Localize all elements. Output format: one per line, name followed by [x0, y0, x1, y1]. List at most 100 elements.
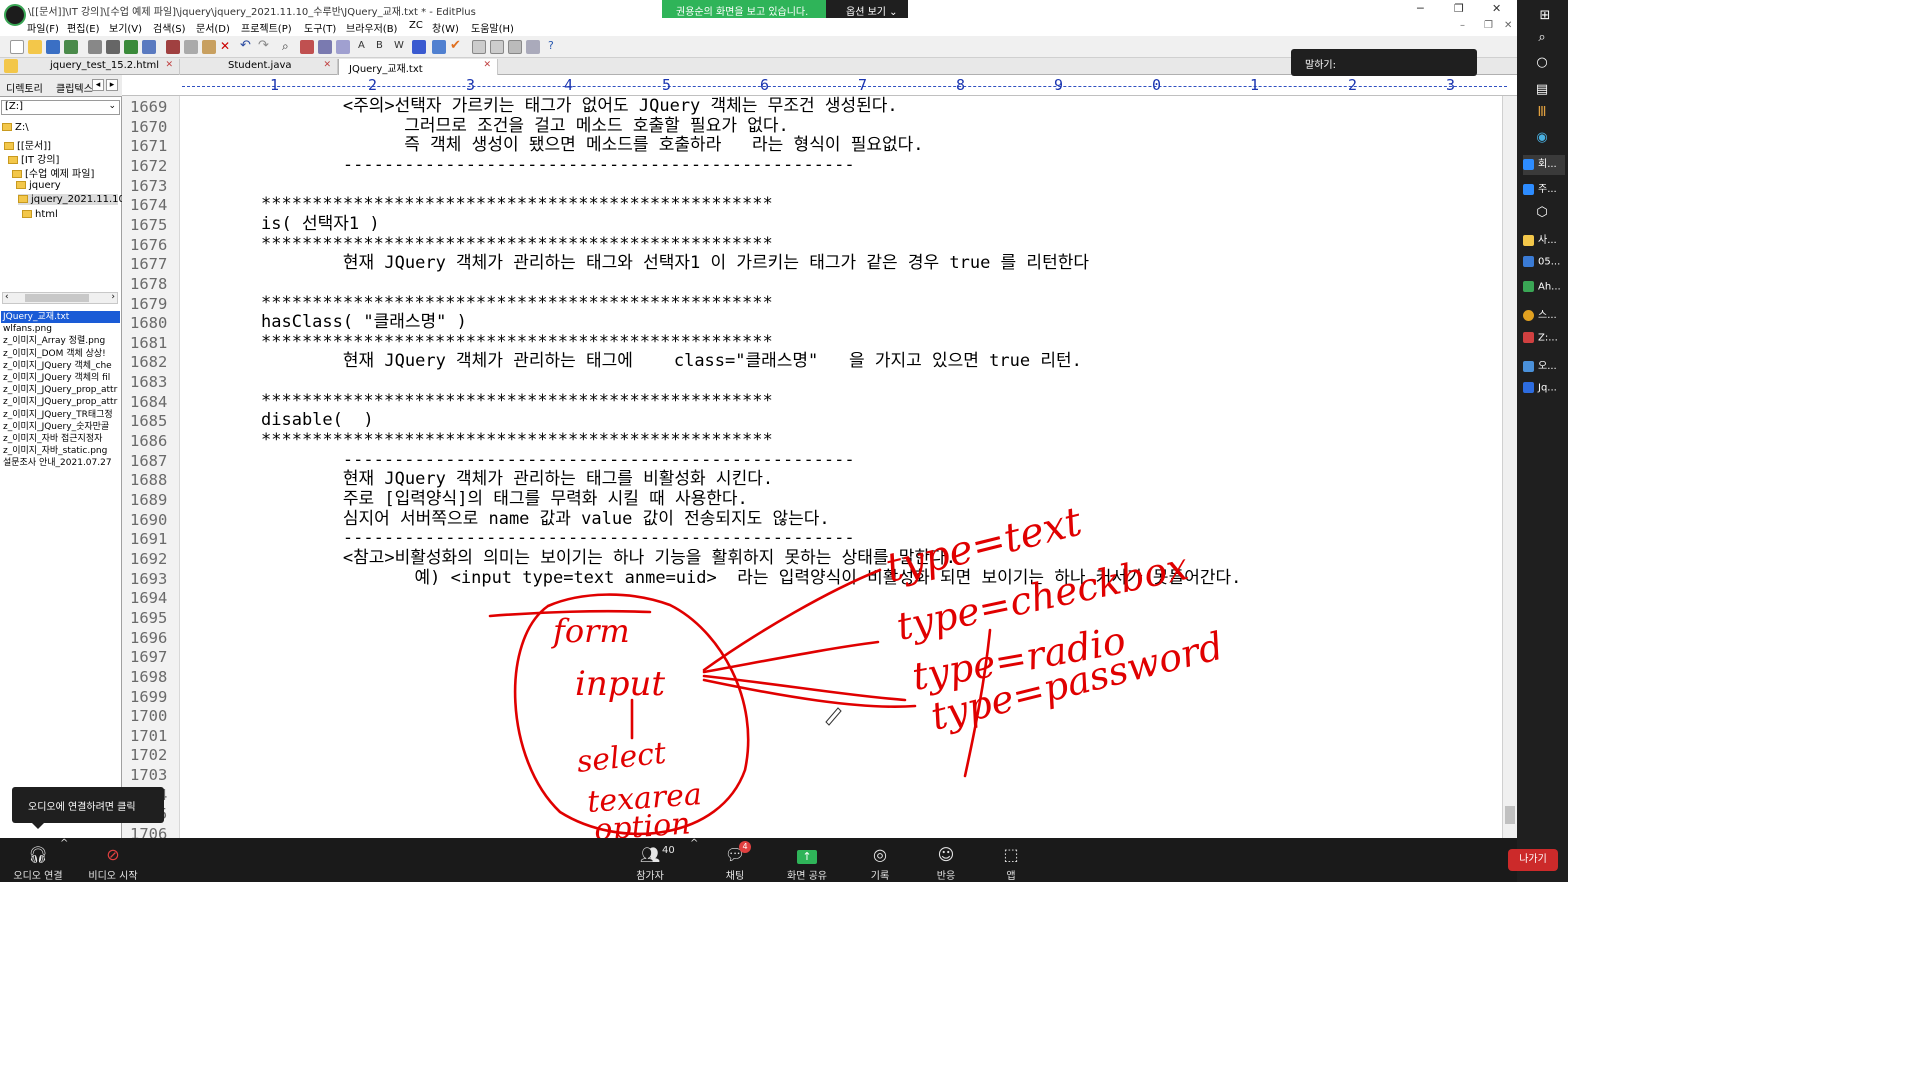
minimize-icon[interactable]: ─ [1417, 2, 1424, 15]
tree-item-drive[interactable]: Z:\ [2, 122, 29, 133]
file-item[interactable]: z_이미지_JQuery_숫자만골 [1, 421, 120, 433]
browser-icon[interactable] [142, 40, 156, 54]
tree-item-examples[interactable]: [수업 예제 파일] [12, 165, 94, 180]
split-window-icon[interactable] [490, 40, 504, 54]
taskbar-item[interactable]: 오... [1523, 357, 1565, 377]
drive-select[interactable]: [Z:] ⌄ [1, 100, 120, 115]
menu-tools[interactable]: 도구(T) [304, 20, 336, 35]
spellcheck-icon[interactable] [124, 40, 138, 54]
tab-jquery-test[interactable]: jquery_test_15.2.html ✕ [40, 59, 180, 75]
layout-icon[interactable] [472, 40, 486, 54]
replace-icon[interactable] [300, 40, 314, 54]
taskbar-item[interactable]: Z:... [1523, 332, 1565, 352]
scroll-thumb[interactable] [1505, 806, 1515, 824]
file-item[interactable]: z_이미지_자바_static.png [1, 445, 120, 457]
box-icon[interactable]: ⬡ [1534, 205, 1550, 221]
menu-document[interactable]: 문서(D) [196, 20, 230, 35]
find-icon[interactable]: ⌕ [282, 39, 296, 53]
menu-edit[interactable]: 편집(E) [67, 20, 100, 35]
scroll-right-icon[interactable]: ▸ [106, 79, 118, 91]
goto-line-icon[interactable] [336, 40, 350, 54]
print-preview-icon[interactable] [88, 40, 102, 54]
tab-jquery-notes[interactable]: JQuery_교재.txt ✕ [338, 59, 498, 75]
file-item[interactable]: JQuery_교재.txt [1, 311, 120, 324]
restore-icon[interactable]: ❐ [1454, 2, 1464, 15]
font-icon[interactable]: A [358, 40, 372, 54]
apps-button[interactable]: ⬚ 앱 [998, 838, 1024, 882]
doc-close-icon[interactable]: ✕ [1504, 20, 1512, 31]
help-icon[interactable]: ? [548, 39, 562, 53]
video-start-button[interactable]: ⊘ 비디오 시작 [82, 838, 144, 882]
tree-item-it-lecture[interactable]: [IT 강의] [8, 151, 59, 166]
scroll-left-icon[interactable]: ◂ [92, 79, 104, 91]
tree-item-docs[interactable]: [[문서]] [4, 137, 51, 152]
cut-icon[interactable] [166, 40, 180, 54]
scroll-thumb[interactable] [25, 294, 89, 302]
taskbar-item[interactable]: 회... [1523, 155, 1565, 175]
tab-cliptext[interactable]: 클립텍스 [56, 80, 93, 95]
reactions-button[interactable]: ☺ 반응 [930, 838, 962, 882]
word-wrap-icon[interactable]: W [394, 40, 408, 54]
store-icon[interactable]: ▤ [1534, 82, 1550, 98]
taskbar-item[interactable]: Jq... [1523, 382, 1565, 402]
app-shortcut-icon[interactable]: Ⅲ [1534, 105, 1550, 121]
tree-item-jquery[interactable]: jquery [16, 180, 61, 191]
file-item[interactable]: z_이미지_Array 정렬.png [1, 335, 120, 347]
copy-icon[interactable] [184, 40, 198, 54]
print-icon[interactable] [106, 40, 120, 54]
menu-window[interactable]: 창(W) [432, 20, 459, 35]
tab-directory[interactable]: 디렉토리 [6, 80, 43, 95]
chevron-up-icon[interactable]: ^ [690, 838, 698, 849]
ruler-icon[interactable] [432, 40, 446, 54]
file-item[interactable]: z_이미지_DOM 객체 상상! [1, 348, 120, 360]
doc-restore-icon[interactable]: ❐ [1484, 20, 1493, 31]
save-all-icon[interactable] [64, 40, 78, 54]
task-view-icon[interactable]: ○ [1534, 55, 1550, 71]
output-window-icon[interactable] [526, 40, 540, 54]
tree-item-jquery-date[interactable]: jquery_2021.11.10_ [18, 194, 130, 205]
doc-minimize-icon[interactable]: – [1460, 20, 1465, 31]
menu-browser[interactable]: 브라우저(B) [346, 20, 397, 35]
taskbar-item[interactable]: 05... [1523, 256, 1565, 276]
tab-student-java[interactable]: Student.java ✕ [218, 59, 338, 75]
menu-search[interactable]: 검색(S) [153, 20, 186, 35]
find-in-files-icon[interactable] [318, 40, 332, 54]
taskbar-item[interactable]: Ah... [1523, 281, 1565, 301]
view-options-button[interactable]: 옵션 보기 ⌄ [826, 0, 908, 18]
menu-project[interactable]: 프로젝트(P) [241, 20, 292, 35]
paste-icon[interactable] [202, 40, 216, 54]
sidebar-hscrollbar[interactable]: ‹ › [2, 292, 118, 304]
close-icon[interactable]: ✕ [165, 60, 173, 70]
file-item[interactable]: z_이미지_JQuery 객체의 fil [1, 372, 120, 384]
close-icon[interactable]: ✕ [1492, 2, 1501, 15]
editor-vscrollbar[interactable] [1502, 96, 1517, 838]
taskbar-item[interactable]: 주... [1523, 180, 1565, 200]
chevron-up-icon[interactable]: ^ [60, 838, 68, 849]
close-icon[interactable]: ✕ [323, 60, 331, 70]
bold-icon[interactable]: B [376, 40, 390, 54]
file-item[interactable]: wlfans.png [1, 323, 120, 335]
undo-icon[interactable]: ↶ [240, 38, 254, 53]
file-item[interactable]: z_이미지_자바 접근지정자 [1, 433, 120, 445]
menu-view[interactable]: 보기(V) [109, 20, 142, 35]
tree-item-html[interactable]: html [22, 209, 58, 220]
taskbar-item[interactable]: 스... [1523, 306, 1565, 326]
file-item[interactable]: z_이미지_JQuery 객체_che [1, 360, 120, 372]
record-button[interactable]: ◎ 기록 [864, 838, 896, 882]
close-icon[interactable]: ✕ [483, 60, 491, 70]
scroll-right-icon[interactable]: › [111, 292, 115, 302]
menu-zc[interactable]: ZC [409, 20, 423, 31]
leave-button[interactable]: 나가기 [1508, 849, 1558, 871]
open-folder-icon[interactable] [28, 40, 42, 54]
audio-connect-button[interactable]: 🎧︎ 오디오 연결 [8, 838, 68, 882]
redo-icon[interactable]: ↷ [258, 38, 272, 53]
check-icon[interactable]: ✔ [450, 38, 464, 53]
menu-file[interactable]: 파일(F) [27, 20, 59, 35]
file-item[interactable]: z_이미지_JQuery_prop_attr [1, 396, 120, 408]
search-icon[interactable]: ⌕ [1534, 30, 1550, 46]
save-icon[interactable] [46, 40, 60, 54]
file-item[interactable]: 설문조사 안내_2021.07.27 [1, 457, 120, 469]
edge-icon[interactable]: ◉ [1534, 130, 1550, 146]
file-item[interactable]: z_이미지_JQuery_TR태그정 [1, 409, 120, 421]
delete-icon[interactable]: ✕ [220, 39, 234, 53]
